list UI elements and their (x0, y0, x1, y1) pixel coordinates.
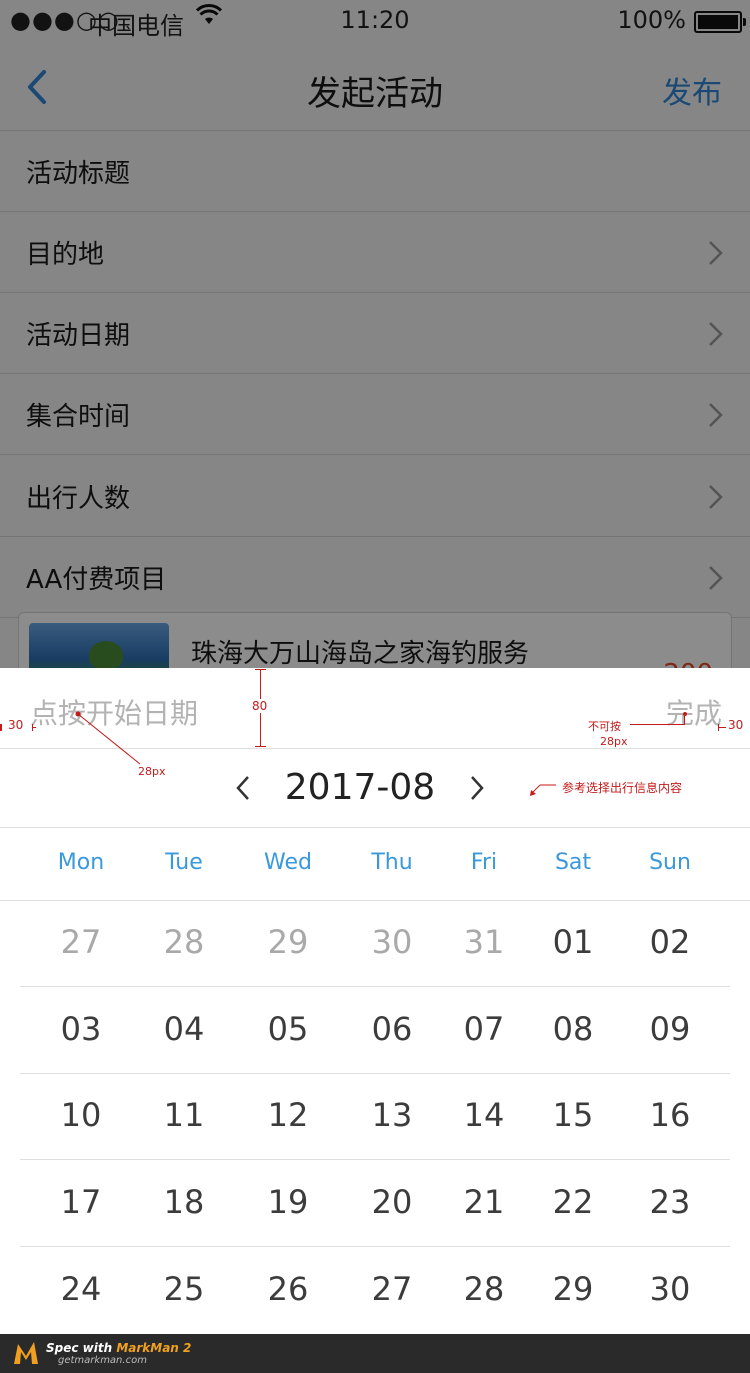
calendar-day[interactable]: 20 (342, 1183, 442, 1221)
calendar-week: 03 04 05 06 07 08 09 (0, 988, 750, 1074)
calendar-day[interactable]: 18 (134, 1183, 234, 1221)
annotation-tick (0, 724, 2, 731)
annotation-tick (255, 746, 266, 747)
done-button: 完成 (665, 697, 722, 730)
annotation-line (684, 714, 685, 725)
calendar-day[interactable]: 26 (238, 1270, 338, 1308)
calendar-day[interactable]: 17 (31, 1183, 131, 1221)
row-divider (20, 986, 730, 987)
weekday-label: Tue (165, 850, 203, 875)
weekday-header: Mon Tue Wed Thu Fri Sat Sun (0, 828, 750, 901)
calendar-day-outside: 27 (60, 923, 102, 961)
calendar-day[interactable]: 29 (523, 1270, 623, 1308)
chevron-left-icon[interactable] (232, 773, 254, 803)
weekday-label: Sat (554, 850, 592, 875)
calendar-day[interactable]: 14 (434, 1096, 534, 1134)
calendar-day-outside: 30 (371, 923, 413, 961)
markman-footer: Spec with MarkMan 2 getmarkman.com (0, 1334, 750, 1373)
calendar-day[interactable]: 12 (238, 1096, 338, 1134)
weekday-label: Sun (649, 850, 691, 875)
calendar-day-outside: 29 (267, 923, 309, 961)
hint-font-label: 28px (138, 765, 166, 778)
annotation-arrow (530, 784, 556, 796)
calendar-day[interactable]: 15 (523, 1096, 623, 1134)
calendar-day[interactable]: 24 (31, 1270, 131, 1308)
spec-label: Spec with MarkMan 2 (46, 1341, 191, 1355)
calendar-day[interactable]: 28 (434, 1270, 534, 1308)
modal-overlay[interactable] (0, 0, 750, 668)
done-font-label: 28px (600, 735, 628, 748)
calendar-day[interactable]: 02 (620, 923, 720, 961)
weekday-label: Thu (371, 850, 413, 875)
calendar-day[interactable]: 16 (620, 1096, 720, 1134)
calendar-day-outside: 31 (463, 923, 505, 961)
left-margin-label: 30 (8, 718, 24, 732)
calendar-week: 17 18 19 20 21 22 23 (0, 1161, 750, 1247)
calendar-day[interactable]: 08 (523, 1010, 623, 1048)
calendar-day[interactable]: 10 (31, 1096, 131, 1134)
calendar-day[interactable]: 23 (620, 1183, 720, 1221)
markman-logo-icon (14, 1342, 38, 1364)
annotation-line (32, 727, 36, 728)
spec-text: Spec with (46, 1341, 113, 1355)
calendar-day[interactable]: 13 (342, 1096, 442, 1134)
done-note-label: 不可按 (588, 720, 621, 733)
right-margin-label: 30 (728, 718, 744, 732)
calendar-day[interactable]: 04 (134, 1010, 234, 1048)
weekday-label: Mon (57, 850, 105, 875)
chevron-right-icon[interactable] (466, 773, 488, 803)
markman-site: getmarkman.com (58, 1355, 147, 1366)
month-note-label: 参考选择出行信息内容 (562, 781, 683, 795)
calendar-week: 27 28 29 30 31 01 02 (0, 901, 750, 987)
calendar-day[interactable]: 06 (342, 1010, 442, 1048)
calendar-day[interactable]: 03 (31, 1010, 131, 1048)
weekday-label: Wed (264, 850, 312, 875)
calendar-week: 24 25 26 27 28 29 30 (0, 1248, 750, 1334)
annotation-line (630, 724, 684, 725)
row-divider (20, 1159, 730, 1160)
calendar-day[interactable]: 05 (238, 1010, 338, 1048)
calendar-day[interactable]: 01 (523, 923, 623, 961)
calendar-day[interactable]: 09 (620, 1010, 720, 1048)
calendar-day[interactable]: 22 (523, 1183, 623, 1221)
calendar-day[interactable]: 07 (434, 1010, 534, 1048)
calendar-day[interactable]: 19 (238, 1183, 338, 1221)
annotation-arrow (75, 711, 141, 765)
month-label: 2017-08 (284, 767, 436, 808)
annotation-line (718, 727, 726, 728)
header-height-label: 80 (252, 699, 268, 713)
markman-brand: MarkMan 2 (116, 1341, 192, 1355)
calendar-day[interactable]: 30 (620, 1270, 720, 1308)
calendar-day[interactable]: 21 (434, 1183, 534, 1221)
calendar-day[interactable]: 11 (134, 1096, 234, 1134)
calendar-day-outside: 28 (163, 923, 205, 961)
calendar-day[interactable]: 27 (342, 1270, 442, 1308)
row-divider (20, 1246, 730, 1247)
calendar-week: 10 11 12 13 14 15 16 (0, 1074, 750, 1160)
weekday-label: Fri (470, 850, 498, 875)
calendar-day[interactable]: 25 (134, 1270, 234, 1308)
